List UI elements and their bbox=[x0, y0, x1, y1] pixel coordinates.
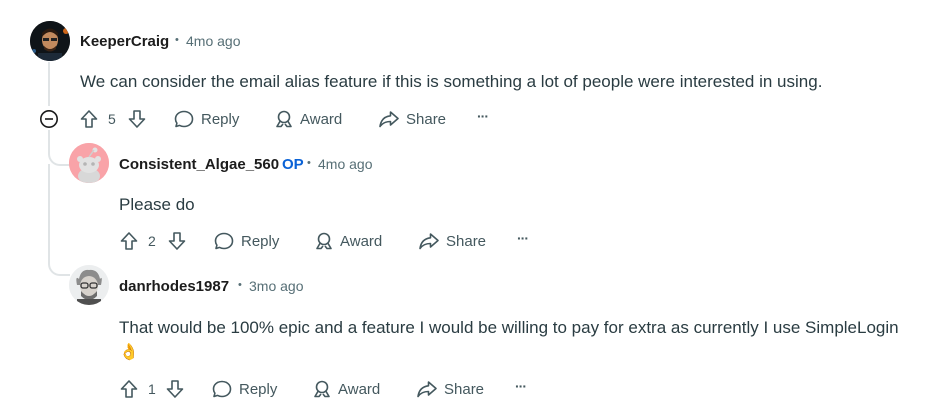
more-label: ··· bbox=[515, 378, 527, 394]
more-label: ··· bbox=[477, 108, 489, 124]
separator-dot: • bbox=[175, 34, 179, 46]
avatar[interactable] bbox=[69, 265, 109, 305]
separator-dot: • bbox=[238, 279, 242, 291]
reply-label: Reply bbox=[239, 380, 278, 398]
vote-count: 1 bbox=[148, 381, 156, 397]
award-icon bbox=[273, 109, 295, 129]
award-button[interactable]: Award bbox=[313, 231, 382, 251]
thread-line bbox=[48, 62, 50, 106]
upvote-icon[interactable] bbox=[119, 379, 139, 399]
reply-label: Reply bbox=[201, 110, 240, 128]
more-icon[interactable]: ··· bbox=[515, 378, 527, 394]
ok-hand-emoji: 👌 bbox=[119, 344, 139, 361]
share-button[interactable]: Share bbox=[378, 109, 446, 129]
award-label: Award bbox=[300, 110, 343, 128]
award-button[interactable]: Award bbox=[273, 109, 342, 129]
award-icon bbox=[313, 231, 335, 251]
separator-dot: • bbox=[307, 157, 311, 169]
award-label: Award bbox=[338, 380, 381, 398]
upvote-icon[interactable] bbox=[119, 231, 139, 251]
comment-body: That would be 100% epic and a feature I … bbox=[119, 318, 899, 337]
more-label: ··· bbox=[517, 230, 529, 246]
share-button[interactable]: Share bbox=[418, 231, 486, 251]
reply-button[interactable]: Reply bbox=[173, 109, 239, 129]
downvote-icon[interactable] bbox=[127, 109, 147, 129]
more-icon[interactable]: ··· bbox=[477, 108, 489, 124]
reply-label: Reply bbox=[241, 232, 280, 250]
award-icon bbox=[311, 379, 333, 399]
share-icon bbox=[378, 109, 400, 129]
timestamp[interactable]: 3mo ago bbox=[249, 278, 303, 294]
username[interactable]: danrhodes1987 bbox=[119, 278, 229, 295]
reply-button[interactable]: Reply bbox=[211, 379, 277, 399]
reply-icon bbox=[213, 231, 235, 251]
thread-line bbox=[48, 164, 50, 264]
downvote-icon[interactable] bbox=[165, 379, 185, 399]
comment-body: Please do bbox=[119, 195, 195, 214]
downvote-icon[interactable] bbox=[167, 231, 187, 251]
avatar[interactable] bbox=[30, 21, 70, 61]
reply-button[interactable]: Reply bbox=[213, 231, 279, 251]
avatar[interactable] bbox=[69, 143, 109, 183]
thread-line bbox=[48, 130, 50, 152]
username[interactable]: Consistent_Algae_560 bbox=[119, 156, 279, 173]
share-icon bbox=[416, 379, 438, 399]
share-icon bbox=[418, 231, 440, 251]
upvote-icon[interactable] bbox=[79, 109, 99, 129]
thread-branch-1 bbox=[48, 150, 70, 166]
username[interactable]: KeeperCraig bbox=[80, 33, 169, 50]
vote-count: 5 bbox=[108, 111, 116, 127]
award-button[interactable]: Award bbox=[311, 379, 380, 399]
thread-branch-2 bbox=[48, 260, 70, 276]
comment-body: We can consider the email alias feature … bbox=[80, 72, 823, 91]
share-button[interactable]: Share bbox=[416, 379, 484, 399]
share-label: Share bbox=[406, 110, 447, 128]
share-label: Share bbox=[446, 232, 487, 250]
timestamp[interactable]: 4mo ago bbox=[186, 33, 240, 49]
reply-icon bbox=[211, 379, 233, 399]
share-label: Share bbox=[444, 380, 485, 398]
award-label: Award bbox=[340, 232, 383, 250]
vote-count: 2 bbox=[148, 233, 156, 249]
collapse-icon[interactable] bbox=[39, 109, 59, 129]
op-badge: OP bbox=[282, 156, 304, 173]
more-icon[interactable]: ··· bbox=[517, 230, 529, 246]
timestamp[interactable]: 4mo ago bbox=[318, 156, 372, 172]
reply-icon bbox=[173, 109, 195, 129]
